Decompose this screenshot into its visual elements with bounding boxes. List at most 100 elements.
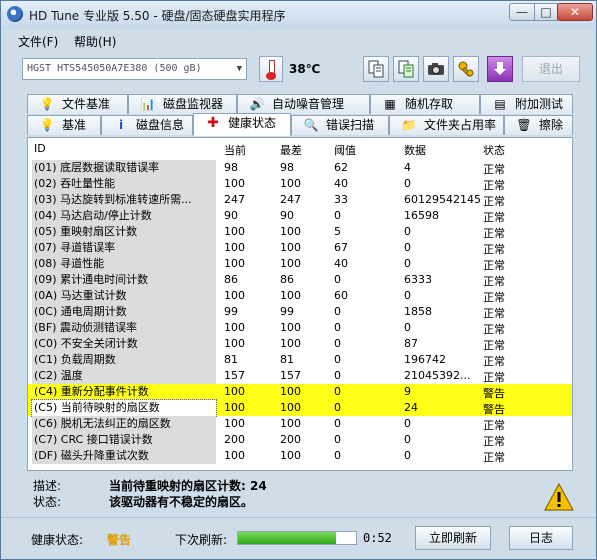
cell-status: 正常 — [483, 323, 505, 336]
cell-worst: 90 — [280, 209, 294, 222]
table-row[interactable]: (C6) 脱机无法纠正的扇区数 100 100 0 0 正常 — [28, 416, 572, 432]
table-row[interactable]: (C1) 负载周期数 81 81 0 196742 正常 — [28, 352, 572, 368]
table-row-warning[interactable]: (C4) 重新分配事件计数 100 100 0 9 警告 — [28, 384, 572, 400]
cell-threshold: 0 — [334, 273, 341, 286]
table-row[interactable]: (05) 重映射扇区计数 100 100 5 0 正常 — [28, 224, 572, 240]
drive-select[interactable]: HGST HTS545050A7E380 (500 gB) ▼ — [22, 58, 247, 80]
table-row[interactable]: (03) 马达旋转到标准转速所需... 247 247 33 60129542145 正常 — [28, 192, 572, 208]
save-button[interactable] — [487, 56, 513, 82]
cell-status: 正常 — [483, 291, 505, 304]
screenshot-button[interactable] — [423, 56, 449, 82]
cell-status: 正常 — [483, 371, 505, 384]
table-row[interactable]: (0A) 马达重试计数 100 100 60 0 正常 — [28, 288, 572, 304]
tab-erase[interactable]: 🗑 擦除 — [504, 115, 573, 135]
tab-health[interactable]: ✚ 健康状态 — [193, 113, 291, 136]
cell-current: 90 — [224, 209, 238, 222]
cell-current: 247 — [224, 193, 245, 206]
table-row-warning-selected[interactable]: (C5) 当前待映射的扇区数 100 100 0 24 警告 — [28, 399, 572, 417]
cell-id: (BF) 震动侦测错误率 — [32, 320, 216, 336]
extra-tests-icon: ▤ — [494, 97, 506, 111]
refresh-now-button[interactable]: 立即刷新 — [415, 526, 491, 550]
cell-current: 100 — [224, 321, 245, 334]
exit-button[interactable]: 退出 — [522, 56, 580, 82]
header-worst[interactable]: 最差 — [280, 142, 302, 158]
menu-bar: 文件(F) 帮助(H) — [2, 31, 595, 51]
maximize-button[interactable]: □ — [534, 3, 558, 21]
benchmark-icon: 💡 — [39, 118, 55, 132]
cell-current: 200 — [224, 433, 245, 446]
cell-status: 正常 — [483, 259, 505, 272]
tab-extra-tests[interactable]: ▤ 附加测试 — [480, 94, 573, 114]
status-label: 状态: — [33, 495, 62, 509]
hd-tune-app-icon — [7, 6, 23, 22]
cell-data: 16598 — [404, 209, 439, 222]
smart-attributes-table[interactable]: ID 当前 最差 阈值 数据 状态 (01) 底层数据读取错误率 98 98 62 4 正… — [27, 137, 573, 471]
cell-threshold: 0 — [334, 337, 341, 350]
tab-file-benchmark[interactable]: 💡 文件基准 — [27, 94, 128, 114]
cell-data: 0 — [404, 257, 411, 270]
log-button[interactable]: 日志 — [509, 526, 573, 550]
menu-help[interactable]: 帮助(H) — [74, 33, 116, 50]
cell-worst: 100 — [280, 321, 301, 334]
cell-worst: 86 — [280, 273, 294, 286]
title-bar[interactable]: HD Tune 专业版 5.50 - 硬盘/固态硬盘实用程序 — □ ✕ — [1, 1, 596, 29]
tab-error-scan[interactable]: 🔍 错误扫描 — [291, 115, 389, 135]
cell-worst: 81 — [280, 353, 294, 366]
table-row[interactable]: (BF) 震动侦测错误率 100 100 0 0 正常 — [28, 320, 572, 336]
camera-icon — [428, 63, 444, 75]
header-id[interactable]: ID — [34, 142, 46, 155]
cell-threshold: 0 — [334, 305, 341, 318]
table-row[interactable]: (C0) 不安全关闭计数 100 100 0 87 正常 — [28, 336, 572, 352]
cell-id: (07) 寻道错误率 — [32, 240, 216, 256]
table-row[interactable]: (07) 寻道错误率 100 100 67 0 正常 — [28, 240, 572, 256]
refresh-progress-bar — [237, 531, 357, 545]
tab-aam[interactable]: 🔊 自动噪音管理 — [237, 94, 370, 114]
table-row[interactable]: (DF) 磁头升降重试次数 100 100 0 0 正常 — [28, 448, 572, 464]
table-row[interactable]: (01) 底层数据读取错误率 98 98 62 4 正常 — [28, 160, 572, 176]
speaker-icon: 🔊 — [249, 97, 265, 111]
health-cross-icon: ✚ — [207, 115, 219, 131]
options-button[interactable] — [453, 56, 479, 82]
cell-status: 正常 — [483, 195, 505, 208]
tab-folder-usage[interactable]: 📁 文件夹占用率 — [389, 115, 504, 135]
cell-data: 0 — [404, 449, 411, 462]
table-row[interactable]: (02) 吞吐量性能 100 100 40 0 正常 — [28, 176, 572, 192]
tab-disk-info[interactable]: i 磁盘信息 — [101, 115, 193, 135]
cell-threshold: 0 — [334, 385, 341, 398]
cell-id: (04) 马达启动/停止计数 — [32, 208, 216, 224]
header-data[interactable]: 数据 — [404, 142, 426, 158]
table-row[interactable]: (08) 寻道性能 100 100 40 0 正常 — [28, 256, 572, 272]
close-button[interactable]: ✕ — [557, 3, 593, 21]
cell-status: 正常 — [483, 179, 505, 192]
menu-file[interactable]: 文件(F) — [18, 33, 58, 50]
tab-random-access[interactable]: ▦ 随机存取 — [370, 94, 480, 114]
tab-benchmark[interactable]: 💡 基准 — [27, 115, 101, 135]
cell-current: 100 — [224, 177, 245, 190]
table-row[interactable]: (C2) 温度 157 157 0 21045392... 正常 — [28, 368, 572, 384]
cell-status: 正常 — [483, 339, 505, 352]
file-benchmark-icon: 💡 — [39, 97, 55, 111]
cell-worst: 100 — [280, 417, 301, 430]
attribute-description: 描述: 当前待重映射的扇区计数: 24 状态: 该驱动器有不稳定的扇区。 — [29, 475, 574, 511]
header-current[interactable]: 当前 — [224, 142, 246, 158]
cell-worst: 100 — [280, 257, 301, 270]
copy-screenshot-button[interactable] — [393, 56, 419, 82]
cell-status: 正常 — [483, 419, 505, 432]
cell-status: 正常 — [483, 435, 505, 448]
copy-text-button[interactable] — [363, 56, 389, 82]
tab-disk-monitor[interactable]: 📊 磁盘监视器 — [128, 94, 237, 114]
minimize-button[interactable]: — — [509, 3, 535, 21]
table-row[interactable]: (C7) CRC 接口错误计数 200 200 0 0 正常 — [28, 432, 572, 448]
header-status[interactable]: 状态 — [483, 142, 505, 158]
header-threshold[interactable]: 阈值 — [334, 142, 356, 158]
table-row[interactable]: (04) 马达启动/停止计数 90 90 0 16598 正常 — [28, 208, 572, 224]
cell-current: 99 — [224, 305, 238, 318]
window-title: HD Tune 专业版 5.50 - 硬盘/固态硬盘实用程序 — [29, 9, 286, 23]
download-arrow-icon — [494, 62, 506, 75]
cell-data: 0 — [404, 321, 411, 334]
table-row[interactable]: (0C) 通电周期计数 99 99 0 1858 正常 — [28, 304, 572, 320]
status-value: 该驱动器有不稳定的扇区。 — [109, 495, 254, 509]
magnifier-icon: 🔍 — [303, 118, 319, 132]
cell-threshold: 33 — [334, 193, 348, 206]
table-row[interactable]: (09) 累计通电时间计数 86 86 0 6333 正常 — [28, 272, 572, 288]
